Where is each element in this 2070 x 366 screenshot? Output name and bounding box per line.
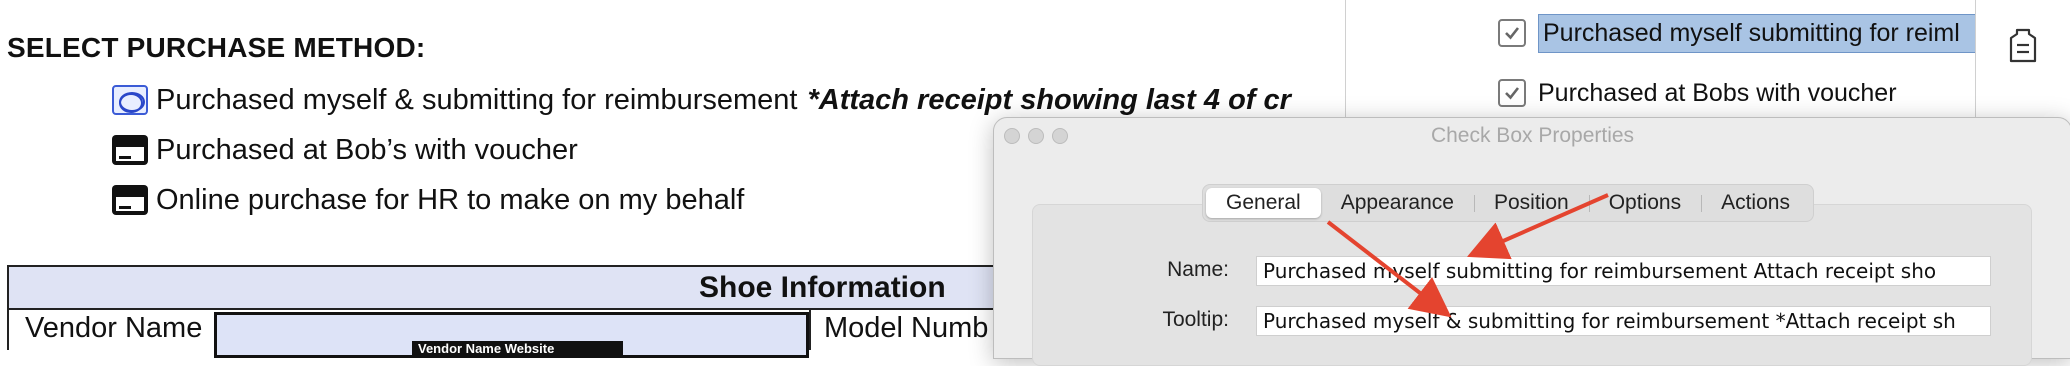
tab-position[interactable]: Position [1473, 188, 1589, 218]
option-online-purchase[interactable]: Online purchase for HR to make on my beh… [112, 180, 744, 220]
checkbox-field-icon [1498, 79, 1526, 107]
name-field[interactable]: Purchased myself submitting for reimburs… [1256, 256, 1991, 286]
option-reimbursement-label: Purchased myself & submitting for reimbu… [156, 83, 798, 116]
model-number-label: Model Numb [824, 312, 989, 344]
purchase-method-heading: SELECT PURCHASE METHOD: [7, 32, 426, 63]
dialog-titlebar: Check Box Properties [994, 118, 2070, 154]
shoe-info-title: Shoe Information [699, 271, 946, 304]
tab-actions[interactable]: Actions [1701, 188, 1810, 218]
field-item-bobs-voucher[interactable]: Purchased at Bobs with voucher [1498, 74, 1897, 112]
tab-general[interactable]: General [1206, 188, 1321, 218]
tooltip-field[interactable]: Purchased myself & submitting for reimbu… [1256, 306, 1991, 336]
option-reimbursement-note: *Attach receipt showing last 4 of cr [807, 83, 1291, 116]
column-divider [809, 310, 811, 350]
vendor-name-field-tag: Vendor Name Website [412, 341, 623, 357]
field-item-label: Purchased at Bobs with voucher [1538, 78, 1897, 107]
vendor-name-field[interactable]: Vendor Name Website [214, 312, 809, 358]
selected-checkbox-icon[interactable] [112, 85, 148, 115]
tab-appearance[interactable]: Appearance [1321, 188, 1474, 218]
field-item-reimbursement[interactable]: Purchased myself submitting for reiml [1498, 13, 1976, 53]
form-tag-icon[interactable] [2008, 28, 2038, 64]
dialog-title: Check Box Properties [1430, 124, 1635, 147]
field-item-label: Purchased myself submitting for reiml [1538, 13, 1976, 53]
option-reimbursement[interactable]: Purchased myself & submitting for reimbu… [112, 80, 1291, 120]
checkbox-field-icon[interactable] [112, 135, 148, 165]
tab-options[interactable]: Options [1588, 188, 1701, 218]
option-bobs-voucher-label: Purchased at Bob’s with voucher [156, 133, 578, 166]
option-online-purchase-label: Online purchase for HR to make on my beh… [156, 183, 745, 216]
vendor-name-label: Vendor Name [25, 312, 203, 344]
name-label: Name: [1167, 258, 1229, 281]
tooltip-label: Tooltip: [1162, 308, 1229, 331]
dialog-tab-bar: General Appearance Position Options Acti… [1202, 184, 1814, 222]
checkbox-field-icon[interactable] [112, 185, 148, 215]
checkbox-field-icon [1498, 19, 1526, 47]
option-bobs-voucher[interactable]: Purchased at Bob’s with voucher [112, 130, 578, 170]
check-box-properties-dialog: Check Box Properties General Appearance … [993, 117, 2070, 366]
